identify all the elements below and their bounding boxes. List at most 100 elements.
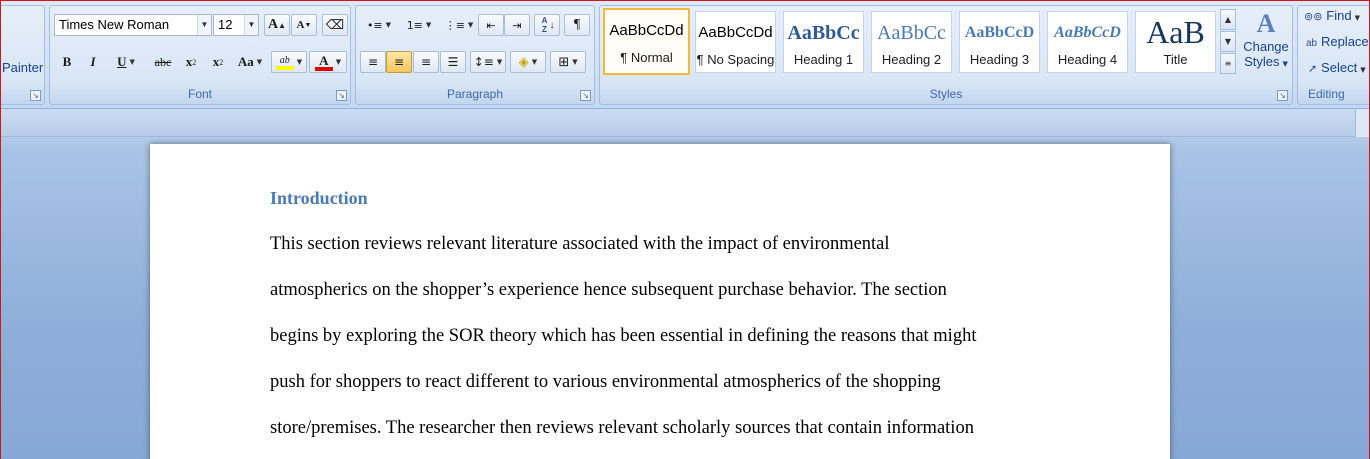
chevron-down-icon[interactable]: ▼ xyxy=(297,58,302,66)
document-line[interactable]: This section reviews relevant literature… xyxy=(270,234,890,255)
font-size-combo[interactable]: 12 ▼ xyxy=(213,14,259,36)
chevron-down-icon[interactable]: ▼ xyxy=(197,15,211,35)
highlight-color-swatch xyxy=(275,65,294,70)
change-styles-button[interactable]: A Change Styles ▼ xyxy=(1241,9,1291,85)
change-styles-icon: A xyxy=(1256,9,1276,38)
down-arrow-icon: ▼ xyxy=(304,21,312,29)
clipboard-group: Painter ↘ xyxy=(1,5,45,105)
subscript-button[interactable]: x2 xyxy=(178,51,204,73)
paragraph-group: •≡ ▼ 1≡ ▼ ⋮≡ ▼ ⇤ ⇥ A Z ↓ ¶ ≡ ≡ ≡ ☰ ↕≡ ▼ … xyxy=(355,5,595,105)
bullets-button[interactable]: •≡ ▼ xyxy=(360,14,398,36)
align-center-button[interactable]: ≡ xyxy=(386,51,412,73)
align-left-button[interactable]: ≡ xyxy=(360,51,386,73)
line-spacing-button[interactable]: ↕≡ ▼ xyxy=(470,51,506,73)
clipboard-dialog-launcher[interactable]: ↘ xyxy=(30,90,41,101)
document-line[interactable]: push for shoppers to react different to … xyxy=(270,372,941,393)
ribbon: Painter ↘ Times New Roman ▼ 12 ▼ A ▲ A ▼ ⌫ xyxy=(1,1,1369,109)
style-title[interactable]: AaB Title xyxy=(1135,11,1216,73)
paragraph-group-label: Paragraph xyxy=(446,87,504,101)
document-line[interactable]: atmospherics on the shopper’s experience… xyxy=(270,280,947,301)
bold-button[interactable]: B xyxy=(54,51,80,73)
shrink-font-button[interactable]: A ▼ xyxy=(291,14,317,36)
grow-font-button[interactable]: A ▲ xyxy=(264,14,290,36)
styles-group-label: Styles xyxy=(929,87,963,101)
align-right-button[interactable]: ≡ xyxy=(413,51,439,73)
chevron-down-icon[interactable]: ▼ xyxy=(336,58,341,66)
style-heading-3[interactable]: AaBbCcD Heading 3 xyxy=(959,11,1040,73)
font-size-value: 12 xyxy=(218,17,233,32)
change-case-button[interactable]: Aa ▼ xyxy=(232,51,268,73)
ruler-area xyxy=(1,109,1369,137)
style-no-spacing[interactable]: AaBbCcDd ¶ No Spacing xyxy=(695,11,776,73)
chevron-down-icon[interactable]: ▼ xyxy=(244,15,258,35)
editing-group: ⊚⊚ Find ▼ ab Replace ➚ Select ▼ Editing xyxy=(1297,5,1369,105)
italic-button[interactable]: I xyxy=(80,51,106,73)
paragraph-dialog-launcher[interactable]: ↘ xyxy=(580,90,591,101)
shading-button[interactable]: ◈ ▼ xyxy=(510,51,546,73)
vertical-scrollbar[interactable] xyxy=(1355,109,1369,137)
strikethrough-button[interactable]: abc xyxy=(148,51,178,73)
sort-button[interactable]: A Z ↓ xyxy=(534,14,560,36)
align-center-icon: ≡ xyxy=(393,55,405,69)
select-button[interactable]: ➚ Select ▼ xyxy=(1308,60,1366,78)
chevron-down-icon[interactable]: ▼ xyxy=(386,21,391,29)
binoculars-icon: ⊚⊚ xyxy=(1304,10,1323,23)
document-heading[interactable]: Introduction xyxy=(270,188,368,209)
superscript-button[interactable]: x2 xyxy=(205,51,231,73)
document-line[interactable]: begins by exploring the SOR theory which… xyxy=(270,326,976,347)
chevron-down-icon[interactable]: ▼ xyxy=(497,58,502,66)
decrease-indent-icon: ⇤ xyxy=(486,18,496,32)
chevron-down-icon[interactable]: ▼ xyxy=(257,58,262,66)
eraser-icon: ⌫ xyxy=(325,17,345,32)
font-name-combo[interactable]: Times New Roman ▼ xyxy=(54,14,212,36)
styles-scroll-up-button[interactable]: ▲ xyxy=(1220,9,1236,30)
chevron-down-icon[interactable]: ▼ xyxy=(572,58,577,66)
font-name-value: Times New Roman xyxy=(59,17,170,32)
style-heading-2[interactable]: AaBbCc Heading 2 xyxy=(871,11,952,73)
find-button[interactable]: ⊚⊚ Find ▼ xyxy=(1304,8,1360,26)
styles-scroll-down-button[interactable]: ▼ xyxy=(1220,31,1236,52)
increase-indent-button[interactable]: ⇥ xyxy=(504,14,530,36)
format-painter-button[interactable]: Painter xyxy=(2,60,43,75)
styles-more-button[interactable]: ≡ xyxy=(1220,53,1236,74)
cursor-icon: ➚ xyxy=(1308,62,1318,75)
font-group: Times New Roman ▼ 12 ▼ A ▲ A ▼ ⌫ B I U ▼… xyxy=(49,5,351,105)
multilevel-list-button[interactable]: ⋮≡ ▼ xyxy=(440,14,478,36)
text-highlight-button[interactable]: ab ▼ xyxy=(271,51,307,73)
underline-button[interactable]: U ▼ xyxy=(106,51,146,73)
word-window: Painter ↘ Times New Roman ▼ 12 ▼ A ▲ A ▼ ⌫ xyxy=(0,0,1370,459)
replace-icon: ab xyxy=(1306,38,1318,49)
align-right-icon: ≡ xyxy=(420,55,432,69)
numbering-icon: 1≡ xyxy=(406,18,423,32)
decrease-indent-button[interactable]: ⇤ xyxy=(478,14,504,36)
chevron-down-icon[interactable]: ▼ xyxy=(532,58,537,66)
document-page[interactable]: Introduction This section reviews releva… xyxy=(150,144,1170,459)
justify-icon: ☰ xyxy=(447,55,459,69)
numbering-button[interactable]: 1≡ ▼ xyxy=(400,14,438,36)
editing-group-label: Editing xyxy=(1308,87,1345,101)
borders-button[interactable]: ⊞ ▼ xyxy=(550,51,586,73)
font-color-button[interactable]: A ▼ xyxy=(309,51,347,73)
clear-formatting-button[interactable]: ⌫ xyxy=(322,14,348,36)
sort-arrow-icon: ↓ xyxy=(549,19,555,31)
style-heading-4[interactable]: AaBbCcD Heading 4 xyxy=(1047,11,1128,73)
increase-indent-icon: ⇥ xyxy=(512,18,522,32)
styles-dialog-launcher[interactable]: ↘ xyxy=(1277,90,1288,101)
align-left-icon: ≡ xyxy=(367,55,379,69)
style-normal[interactable]: AaBbCcDd ¶ Normal xyxy=(603,8,690,75)
style-heading-1[interactable]: AaBbCc Heading 1 xyxy=(783,11,864,73)
justify-button[interactable]: ☰ xyxy=(440,51,466,73)
replace-button[interactable]: ab Replace xyxy=(1306,34,1369,52)
paint-bucket-icon: ◈ xyxy=(518,54,529,70)
line-spacing-icon: ↕≡ xyxy=(473,55,494,69)
font-dialog-launcher[interactable]: ↘ xyxy=(336,90,347,101)
document-line[interactable]: store/premises. The researcher then revi… xyxy=(270,418,974,439)
multilevel-list-icon: ⋮≡ xyxy=(444,18,465,32)
show-hide-marks-button[interactable]: ¶ xyxy=(564,14,590,36)
chevron-down-icon[interactable]: ▼ xyxy=(468,21,473,29)
chevron-down-icon[interactable]: ▼ xyxy=(130,58,135,66)
borders-icon: ⊞ xyxy=(558,54,570,70)
chevron-down-icon: ▼ xyxy=(1360,66,1366,74)
bullets-icon: •≡ xyxy=(366,18,383,32)
chevron-down-icon[interactable]: ▼ xyxy=(426,21,431,29)
